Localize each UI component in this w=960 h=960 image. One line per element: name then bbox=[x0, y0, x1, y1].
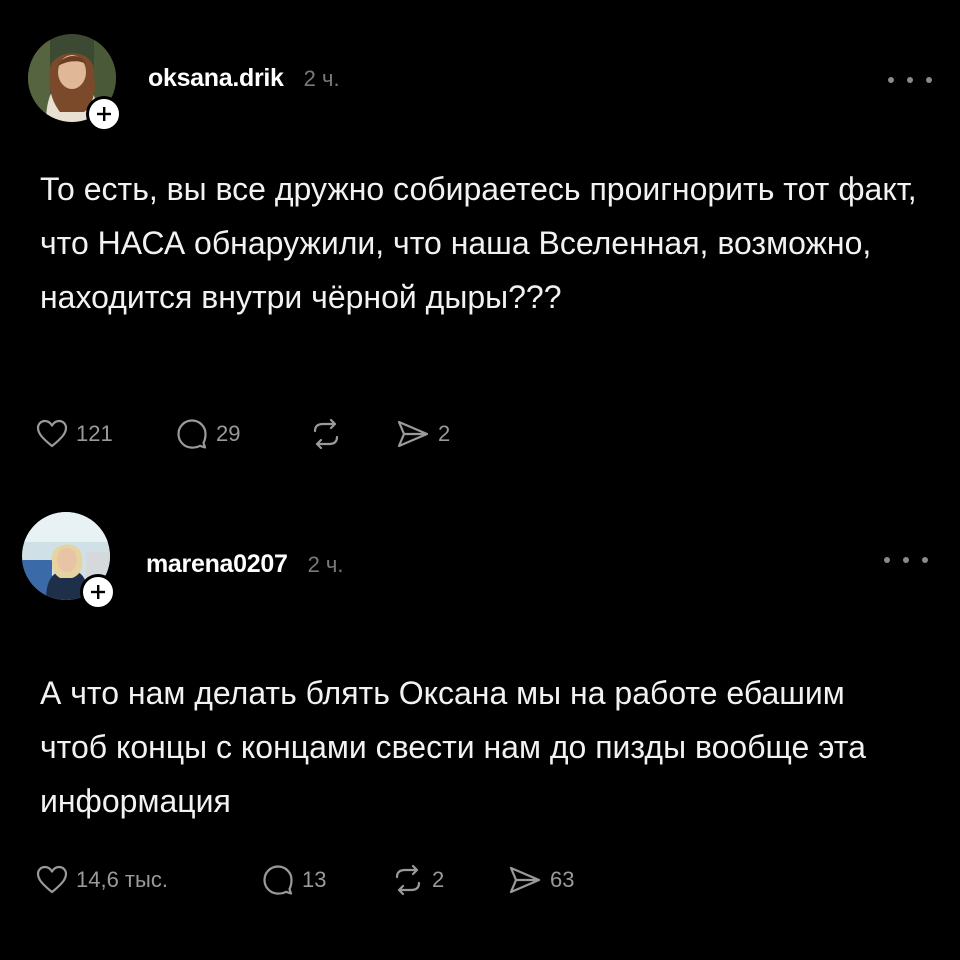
post-header: oksana.drik 2 ч. bbox=[148, 64, 340, 93]
post-card: oksana.drik 2 ч. То есть, вы все дружно … bbox=[0, 0, 960, 490]
post-actions: 14,6 тыс. 13 2 63 bbox=[36, 860, 574, 900]
send-icon bbox=[397, 420, 429, 448]
reply-button[interactable]: 29 bbox=[176, 418, 310, 450]
comment-icon bbox=[177, 419, 207, 449]
heart-icon bbox=[36, 865, 68, 894]
share-button[interactable]: 2 bbox=[396, 419, 450, 449]
comment-icon bbox=[263, 865, 293, 895]
heart-icon bbox=[36, 419, 68, 448]
reply-count: 13 bbox=[302, 867, 327, 892]
avatar-container[interactable] bbox=[28, 34, 122, 132]
send-icon bbox=[509, 866, 541, 894]
post-card: marena0207 2 ч. А что нам делать блять О… bbox=[0, 490, 960, 960]
more-dot bbox=[903, 557, 909, 563]
more-options-button[interactable] bbox=[888, 70, 932, 90]
follow-button[interactable] bbox=[80, 574, 116, 610]
share-button[interactable]: 63 bbox=[508, 865, 574, 895]
plus-icon bbox=[97, 107, 111, 121]
post-actions: 121 29 2 bbox=[36, 414, 450, 454]
follow-button[interactable] bbox=[86, 96, 122, 132]
timestamp: 2 ч. bbox=[303, 66, 340, 91]
like-count: 121 bbox=[76, 421, 113, 446]
share-count: 2 bbox=[438, 421, 451, 446]
avatar-container[interactable] bbox=[22, 512, 116, 610]
plus-icon bbox=[91, 585, 105, 599]
post-text: А что нам делать блять Оксана мы на рабо… bbox=[40, 675, 866, 819]
more-dot bbox=[884, 557, 890, 563]
reply-button[interactable]: 13 bbox=[262, 864, 392, 896]
repost-button[interactable]: 2 bbox=[392, 865, 508, 895]
more-dot bbox=[907, 77, 913, 83]
more-dot bbox=[922, 557, 928, 563]
timestamp: 2 ч. bbox=[307, 552, 344, 577]
post-header: marena0207 2 ч. bbox=[146, 550, 343, 579]
username[interactable]: marena0207 bbox=[146, 550, 288, 579]
username[interactable]: oksana.drik bbox=[148, 64, 284, 93]
like-button[interactable]: 121 bbox=[36, 419, 176, 449]
share-count: 63 bbox=[550, 867, 575, 892]
reply-count: 29 bbox=[216, 421, 241, 446]
repost-count: 2 bbox=[432, 867, 445, 892]
repost-icon bbox=[313, 419, 339, 449]
like-button[interactable]: 14,6 тыс. bbox=[36, 865, 262, 895]
repost-button[interactable] bbox=[310, 419, 396, 449]
more-dot bbox=[888, 77, 894, 83]
repost-icon bbox=[395, 865, 421, 895]
more-dot bbox=[926, 77, 932, 83]
post-text: То есть, вы все дружно собираетесь проиг… bbox=[40, 171, 917, 315]
like-count: 14,6 тыс. bbox=[76, 867, 168, 892]
more-options-button[interactable] bbox=[884, 550, 928, 570]
